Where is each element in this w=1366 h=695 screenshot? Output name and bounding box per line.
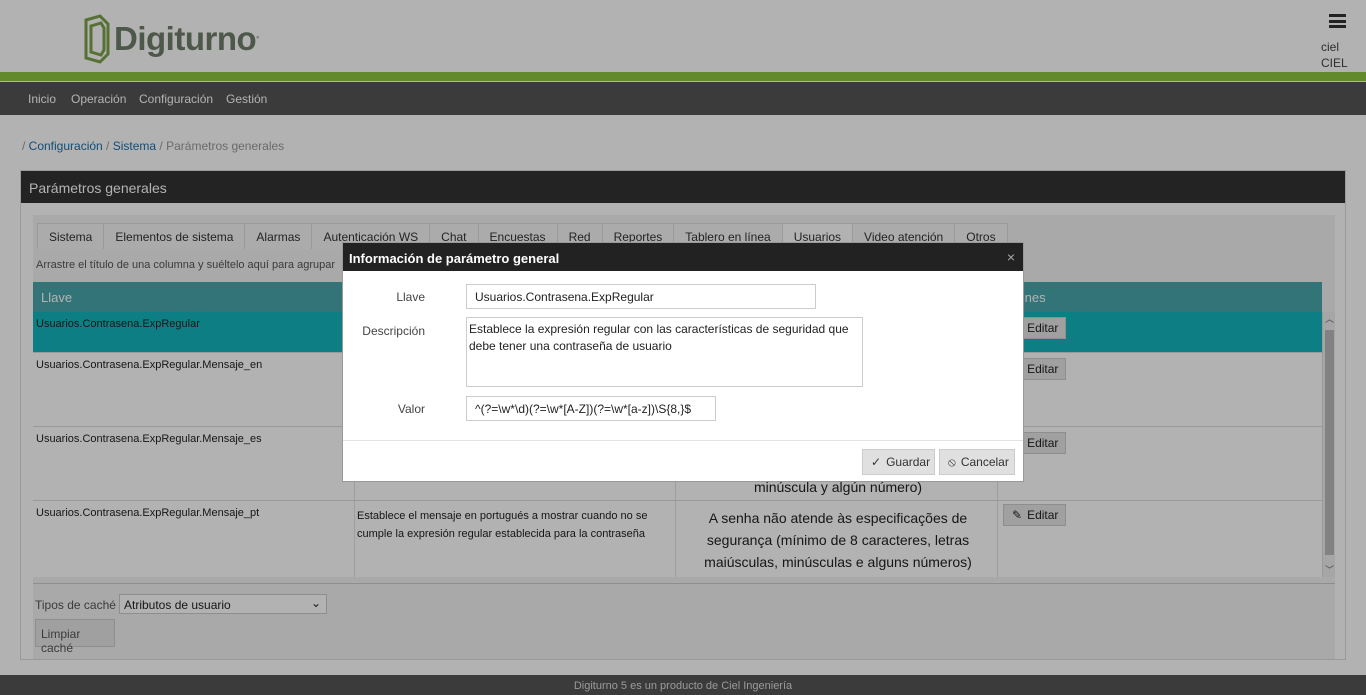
close-icon[interactable]: × bbox=[1007, 249, 1015, 265]
dialog-title: Información de parámetro general bbox=[343, 243, 1023, 271]
parameter-info-dialog: Información de parámetro general × Llave… bbox=[342, 242, 1024, 482]
value-field[interactable]: ^(?=\w*\d)(?=\w*[A-Z])(?=\w*[a-z])\S{8,}… bbox=[466, 396, 716, 421]
dialog-divider bbox=[343, 440, 1023, 441]
check-icon: ✓ bbox=[871, 455, 882, 469]
key-label: Llave bbox=[396, 290, 425, 304]
cancel-button[interactable]: ⦸ Cancelar bbox=[939, 449, 1015, 475]
save-button[interactable]: ✓ Guardar bbox=[862, 449, 935, 475]
value-label: Valor bbox=[397, 402, 425, 416]
cancel-icon: ⦸ bbox=[948, 454, 956, 469]
key-field[interactable]: Usuarios.Contrasena.ExpRegular bbox=[466, 284, 816, 309]
description-label: Descripción bbox=[362, 324, 425, 338]
description-field[interactable]: Establece la expresión regular con las c… bbox=[466, 317, 863, 387]
dialog-title-text: Información de parámetro general bbox=[349, 251, 560, 266]
